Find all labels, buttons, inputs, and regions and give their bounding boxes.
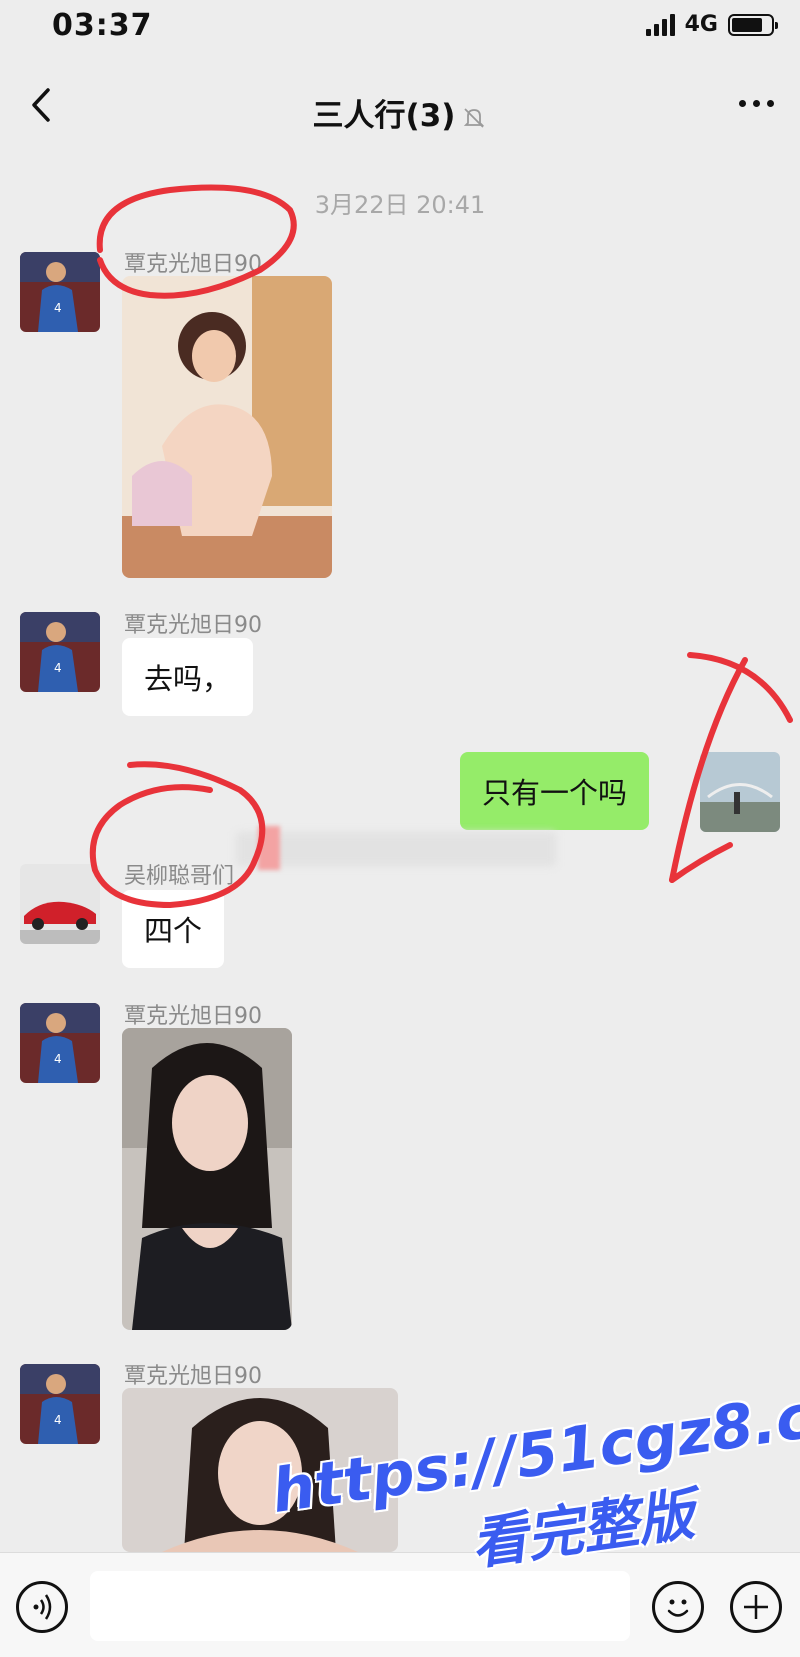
avatar[interactable]: 4 <box>20 252 100 332</box>
plus-icon <box>744 1595 768 1619</box>
red-annotation-marks <box>89 184 793 909</box>
more-functions-button[interactable] <box>730 1581 782 1633</box>
network-type: 4G <box>684 12 718 37</box>
message-bubble-self[interactable]: 只有一个吗 <box>460 752 650 830</box>
status-bar: 03:37 4G <box>0 0 800 56</box>
svg-text:4: 4 <box>54 301 62 315</box>
avatar[interactable] <box>20 864 100 944</box>
signal-icon <box>645 13 675 36</box>
message-input[interactable] <box>90 1571 630 1641</box>
battery-icon <box>728 13 778 36</box>
avatar[interactable]: 4 <box>20 612 100 692</box>
chat-title: 三人行(3) <box>0 90 800 135</box>
smiley-icon <box>667 1599 689 1617</box>
sender-name: 吴柳聪哥们 <box>124 864 235 889</box>
more-options-button[interactable] <box>739 100 774 107</box>
chat-image[interactable] <box>122 1028 292 1330</box>
chat-timestamp: 3月22日 20:41 <box>314 191 486 219</box>
message-bubble[interactable]: 四个 <box>122 890 225 968</box>
sender-name: 覃克光旭日90 <box>124 613 262 638</box>
mute-bell-icon <box>464 107 485 128</box>
input-bar <box>0 1552 800 1657</box>
emoji-button[interactable] <box>652 1581 704 1633</box>
status-icons: 4G <box>645 12 778 37</box>
chat-title-text: 三人行(3) <box>312 98 456 134</box>
svg-text:4: 4 <box>54 1052 62 1066</box>
svg-text:4: 4 <box>54 1413 62 1427</box>
voice-icon <box>33 1594 52 1620</box>
blurred-region <box>236 832 556 866</box>
svg-text:4: 4 <box>54 661 62 675</box>
message-text: 四个 <box>144 914 203 948</box>
message-text: 只有一个吗 <box>482 776 628 810</box>
avatar-self[interactable] <box>700 752 780 832</box>
sender-name: 覃克光旭日90 <box>124 1004 262 1029</box>
voice-input-button[interactable] <box>16 1581 68 1633</box>
avatar[interactable]: 4 <box>20 1003 100 1083</box>
status-time: 03:37 <box>52 8 153 43</box>
chat-header: 三人行(3) <box>0 60 800 160</box>
blurred-region <box>258 826 280 870</box>
chat-image[interactable] <box>122 1388 398 1552</box>
sender-name: 覃克光旭日90 <box>124 252 262 277</box>
chat-image[interactable] <box>122 276 332 578</box>
sender-name: 覃克光旭日90 <box>124 1364 262 1389</box>
avatar[interactable]: 4 <box>20 1364 100 1444</box>
message-bubble[interactable]: 去吗， <box>122 638 254 716</box>
message-text: 去吗， <box>144 662 232 696</box>
